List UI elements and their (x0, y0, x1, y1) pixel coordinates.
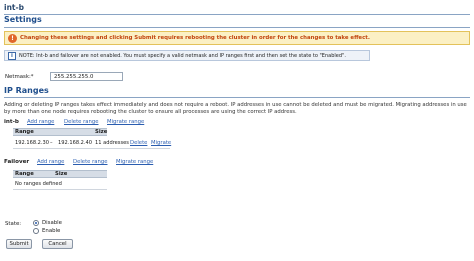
disable-label: Disable (42, 220, 62, 226)
failover-row-divider (13, 189, 107, 190)
netmask-input[interactable] (50, 72, 123, 81)
note-banner: i NOTE: Int-b and failover are not enabl… (4, 50, 370, 61)
warning-text: Changing these settings and clicking Sub… (20, 35, 370, 41)
intb-col-range: Range (15, 129, 34, 135)
range-separator: – (50, 140, 53, 146)
intb-table-header: Range Size (13, 128, 107, 136)
title-divider (4, 14, 470, 15)
intb-add-range-link[interactable]: Add range (27, 119, 54, 125)
state-label: State: (5, 221, 22, 227)
warning-banner: ! Changing these settings and clicking S… (4, 31, 470, 45)
failover-delete-range-link[interactable]: Delete range (73, 159, 108, 165)
row-migrate-link[interactable]: Migrate (151, 140, 171, 146)
intb-col-size: Size (95, 129, 108, 135)
intb-label: int-b (4, 119, 19, 125)
warning-icon: ! (8, 33, 17, 43)
range-start: 192.168.2.30 (15, 140, 50, 146)
info-icon: i (8, 51, 16, 60)
note-text: NOTE: Int-b and failover are not enabled… (19, 52, 346, 59)
failover-col-range: Range (15, 171, 34, 177)
state-option-enable[interactable]: Enable (33, 228, 60, 234)
enable-radio[interactable] (33, 228, 39, 234)
failover-col-size: Size (55, 171, 68, 177)
state-option-disable[interactable]: Disable (33, 220, 62, 226)
failover-table-header: Range Size (13, 170, 107, 178)
netmask-label: Netmask:* (5, 74, 34, 80)
settings-heading: Settings (4, 15, 42, 24)
intb-delete-range-link[interactable]: Delete range (64, 119, 99, 125)
settings-divider (4, 27, 470, 28)
page-title: int-b (4, 3, 24, 12)
range-end: 192.168.2.40 (58, 140, 93, 146)
row-delete-link[interactable]: Delete (130, 140, 147, 146)
failover-add-range-link[interactable]: Add range (37, 159, 64, 165)
intb-row-divider (13, 148, 170, 149)
cancel-button[interactable]: Cancel (42, 239, 73, 249)
range-size: 11 addresses (95, 140, 129, 146)
failover-migrate-range-link[interactable]: Migrate range (116, 159, 153, 165)
failover-label: Failover (4, 159, 30, 165)
enable-label: Enable (42, 228, 61, 234)
ip-ranges-description: Adding or deleting IP ranges takes effec… (4, 102, 467, 115)
submit-button[interactable]: Submit (6, 239, 32, 249)
ip-ranges-heading: IP Ranges (4, 86, 49, 95)
ip-ranges-divider (4, 97, 470, 98)
failover-empty-text: No ranges defined (15, 181, 62, 187)
intb-migrate-range-link[interactable]: Migrate range (107, 119, 144, 125)
disable-radio[interactable] (33, 220, 39, 226)
